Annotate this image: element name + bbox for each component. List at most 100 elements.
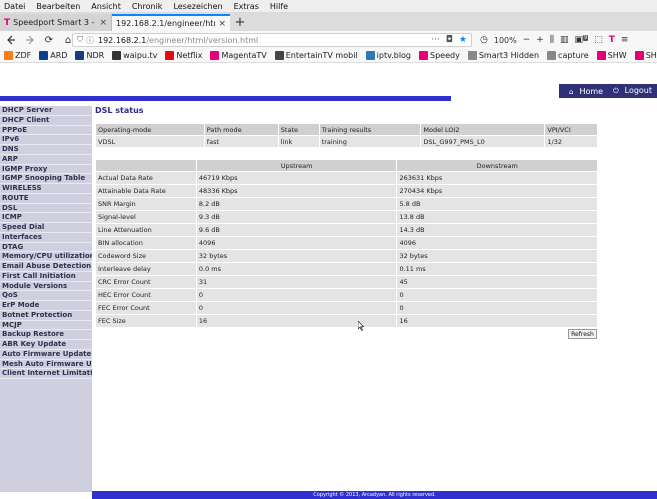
menu-item-chronik[interactable]: Chronik [132,2,163,11]
table-cell: SNR Margin [96,198,196,210]
extension-icon[interactable]: ▣9 [574,35,589,45]
table-cell: Interleave delay [96,263,196,275]
table-header-cell: Training results [319,124,421,135]
sidebar-item[interactable]: ABR Key Update [0,340,92,350]
table-row: BIN allocation 4096 4096 [96,237,597,249]
reload-button[interactable]: ⟳ [41,32,57,48]
table-cell: 32 bytes [397,250,597,262]
waipu-icon [112,51,122,60]
bookmark-item[interactable]: EntertainTV mobil [274,51,358,60]
table-cell: link [278,136,319,147]
zoom-out-icon[interactable]: − [523,35,531,45]
refresh-button[interactable]: Refresh [568,329,597,339]
table-cell: 13.8 dB [397,211,597,223]
home-link[interactable]: ⌂ Home [564,87,603,96]
bookmark-item[interactable]: waipu.tv [112,51,157,60]
bookmark-item[interactable]: Speedy [419,51,460,60]
sidebar-item[interactable]: First Call Initiation [0,272,92,282]
sidebar-item[interactable]: Backup Restore [0,330,92,340]
bookmark-item[interactable]: NDR [75,51,104,60]
menu-item-datei[interactable]: Datei [4,2,25,11]
sidebar-item[interactable]: Module Versions [0,282,92,292]
sidebar-item[interactable]: QoS [0,291,92,301]
sidebar-item[interactable]: IGMP Snooping Table [0,174,92,184]
bookmark-label: iptv.blog [376,51,412,60]
menu-item-ansicht[interactable]: Ansicht [91,2,121,11]
bookmark-item[interactable]: SHW Diagnose [634,51,657,60]
sidebar-item[interactable]: ICMP [0,213,92,223]
table-header-cell: Downstream [397,160,597,171]
table-cell: CRC Error Count [96,276,196,288]
back-button[interactable] [3,32,19,48]
menu-item-bearbeiten[interactable]: Bearbeiten [36,2,80,11]
bookmark-item[interactable]: SHW [596,51,627,60]
screenshot-icon[interactable]: ⬚ [594,35,603,45]
forward-button[interactable] [22,32,38,48]
sidebar-item[interactable]: Client Internet Limitation [0,369,92,379]
url-bar[interactable]: ⛉ ⓘ 192.168.2.1/engineer/html/version.ht… [72,33,472,47]
bookmark-item[interactable]: ZDF [4,51,31,60]
table-row: HEC Error Count 0 0 [96,289,597,301]
bookmark-item[interactable]: iptv.blog [365,51,412,60]
sidebar-item[interactable]: DSL [0,204,92,214]
library-icon[interactable]: ⫼ [550,35,554,45]
history-icon[interactable]: ◷ [480,35,488,45]
sidebar-item[interactable]: WIRELESS [0,184,92,194]
hamburger-menu-icon[interactable]: ≡ [621,35,629,45]
bookmark-item[interactable]: Netflix [165,51,202,60]
sidebar-item[interactable]: DHCP Client [0,116,92,126]
table-row: FEC Error Count 0 0 [96,302,597,314]
close-icon[interactable]: × [99,18,107,28]
bookmark-item[interactable]: ARD [39,51,67,60]
arrow-right-icon [26,35,34,45]
zoom-level[interactable]: 100% [494,36,517,45]
sidebar-icon[interactable]: ▥ [560,35,569,45]
table-header-cell: State [278,124,319,135]
table-row: Codeword Size 32 bytes 32 bytes [96,250,597,262]
menu-item-lesezeichen[interactable]: Lesezeichen [173,2,222,11]
table-cell: 46719 Kbps [196,172,397,184]
sidebar-item[interactable]: Botnet Protection [0,311,92,321]
menu-item-extras[interactable]: Extras [234,2,259,11]
bookmark-item[interactable]: MagentaTV [210,51,267,60]
sidebar-item[interactable]: ErP Mode [0,301,92,311]
sidebar-item[interactable]: DTAG [0,243,92,253]
pocket-icon[interactable]: ◘ [446,35,453,45]
sidebar-item[interactable]: MCJP [0,321,92,331]
tab-speedport[interactable]: T Speedport Smart 3 - Konfig × [0,14,112,31]
sidebar-item[interactable]: ROUTE [0,194,92,204]
menu-item-hilfe[interactable]: Hilfe [270,2,288,11]
sidebar-item[interactable]: Speed Dial [0,223,92,233]
house-icon: ⌂ [569,87,574,96]
sidebar-item[interactable]: DHCP Server [0,106,92,116]
table-cell: 1/32 [545,136,597,147]
sidebar-item[interactable]: PPPoE [0,126,92,136]
bookmark-item[interactable]: Smart3 Hidden [467,51,539,60]
sidebar-item[interactable]: ARP [0,155,92,165]
sidebar-item[interactable]: IPv6 [0,135,92,145]
close-icon[interactable]: × [218,19,226,29]
shield-icon[interactable]: ⛉ [77,35,83,45]
sidebar-item[interactable]: Memory/CPU utilization [0,252,92,262]
sidebar-menu: DHCP Server DHCP Client PPPoE IPv6 DNS ARP IGM… [0,106,92,492]
table-cell: 9.3 dB [196,211,397,223]
tab-version[interactable]: 192.168.2.1/engineer/html/ve × [112,14,230,31]
sidebar-item[interactable]: Mesh Auto Firmware Update [0,360,92,370]
table-header-cell [96,160,196,171]
sidebar-item[interactable]: IGMP Proxy [0,165,92,175]
logout-link[interactable]: ⏻ Logout [608,86,652,96]
table-cell: 0.0 ms [196,263,397,275]
telekom-icon[interactable]: T [609,35,615,45]
info-icon[interactable]: ⓘ [86,35,94,46]
sidebar-item[interactable]: Auto Firmware Update [0,350,92,360]
page-actions-icon[interactable]: ··· [431,35,440,45]
table-row: Signal-level 9.3 dB 13.8 dB [96,211,597,223]
sidebar-item[interactable]: Interfaces [0,233,92,243]
table-header-cell: VPI/VCI [545,124,597,135]
bookmark-item[interactable]: capture [547,51,589,60]
star-icon[interactable]: ★ [459,35,467,45]
sidebar-item[interactable]: Email Abuse Detection [0,262,92,272]
new-tab-button[interactable]: + [233,14,247,31]
sidebar-item[interactable]: DNS [0,145,92,155]
zoom-in-icon[interactable]: + [536,35,544,45]
